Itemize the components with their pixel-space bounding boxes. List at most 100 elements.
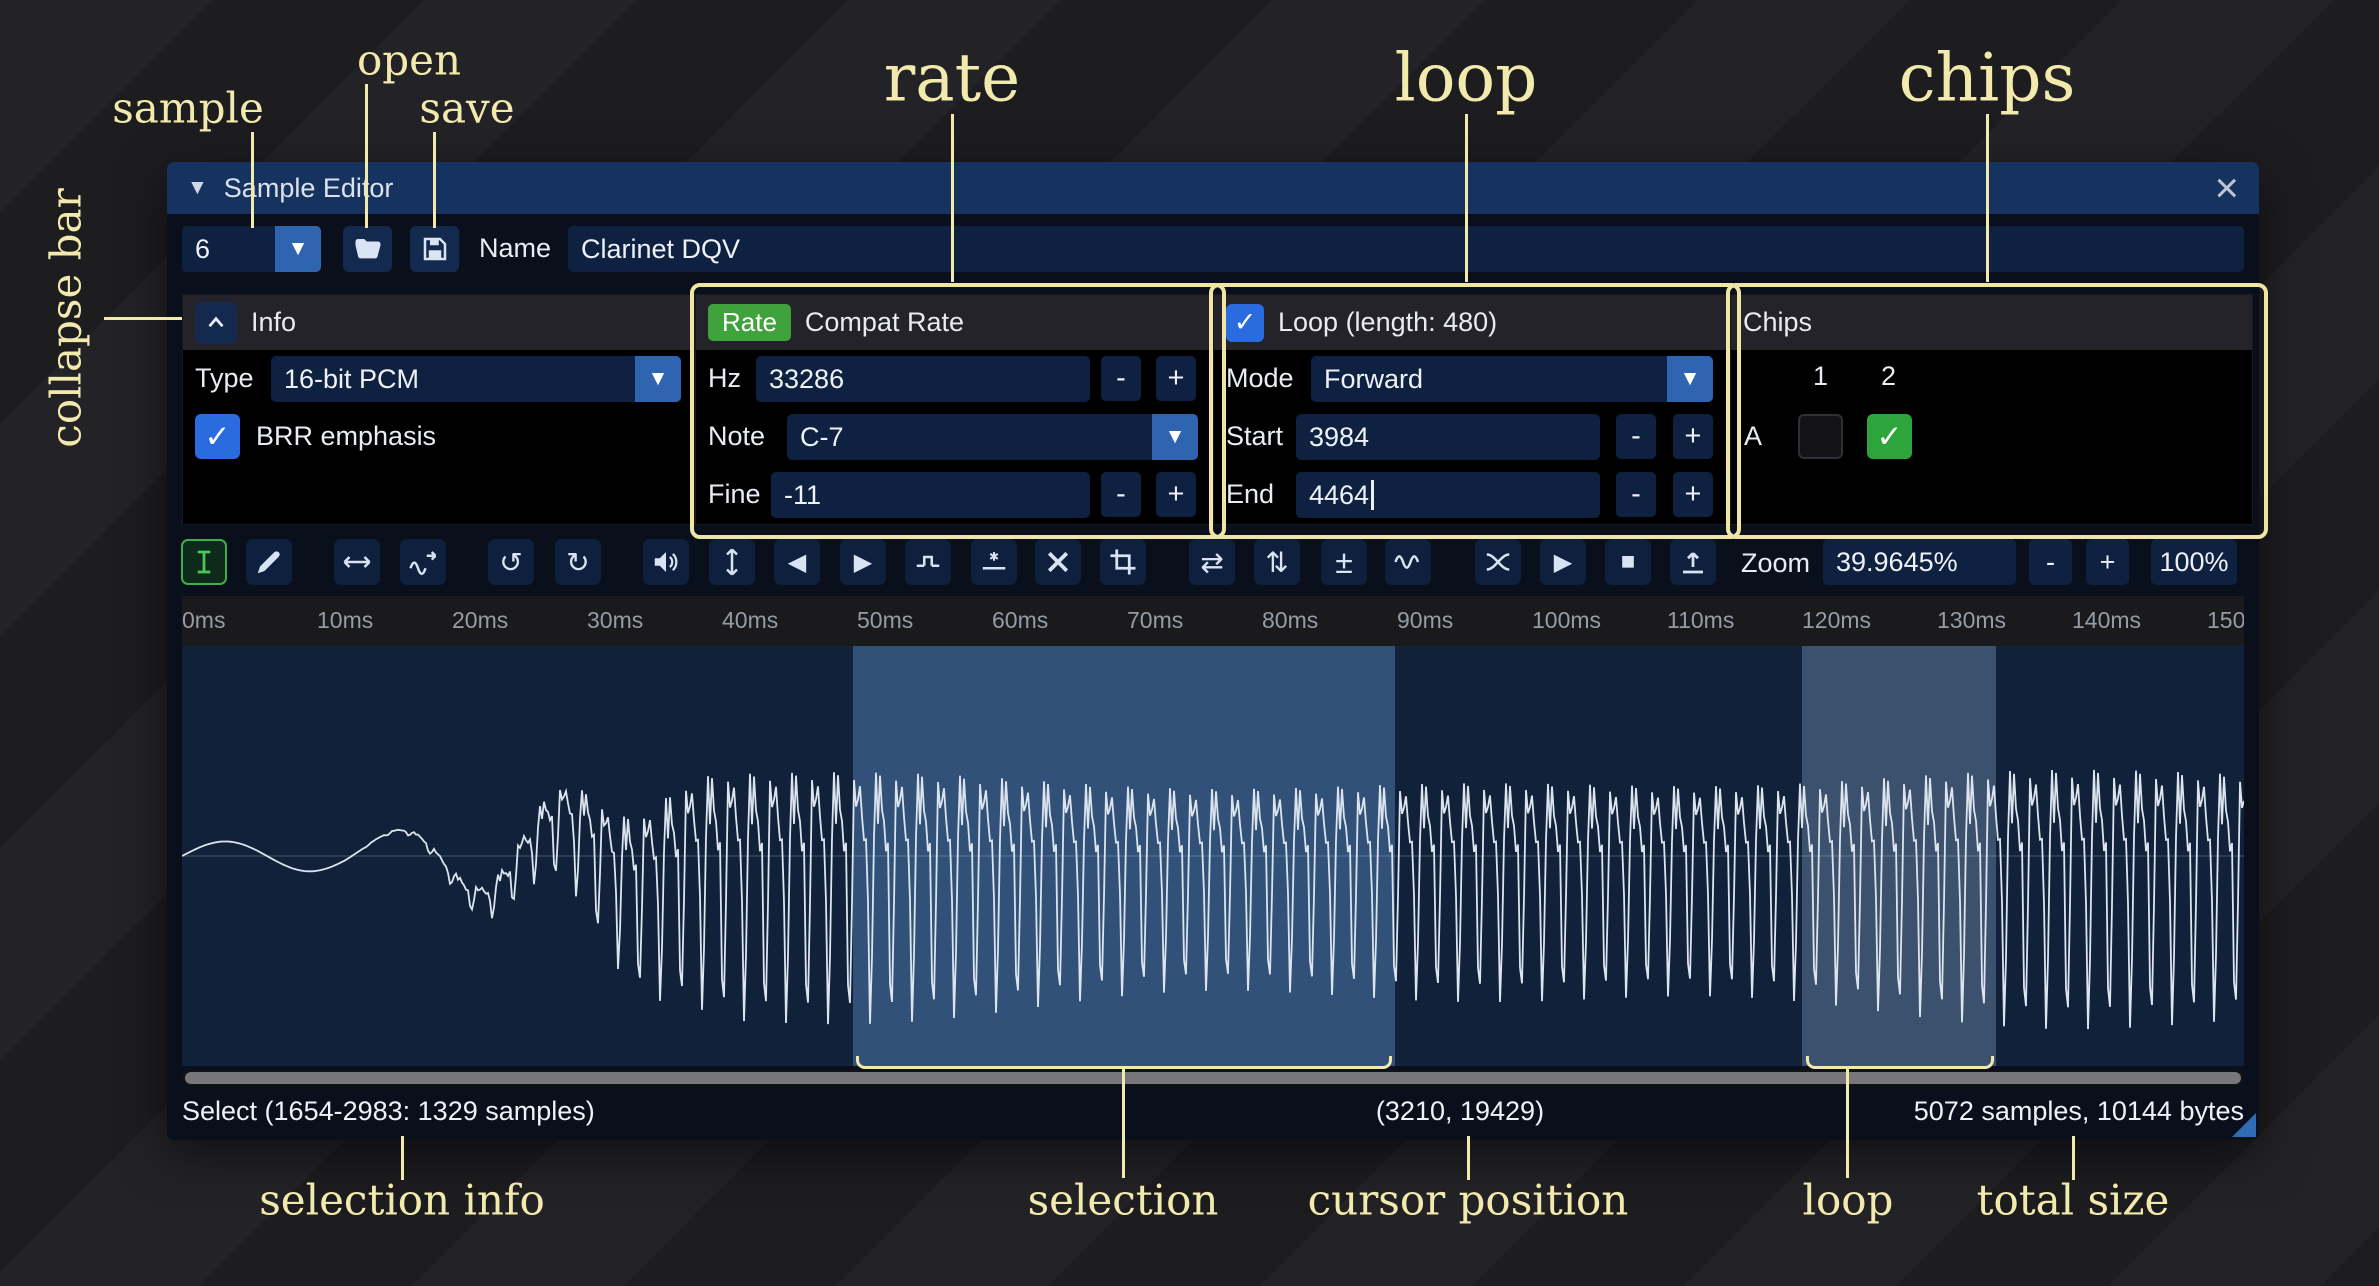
hz-input[interactable]: 33286 [756, 356, 1090, 402]
chevron-down-icon[interactable]: ▼ [275, 226, 321, 272]
preview-button[interactable]: ▶ [1540, 539, 1586, 585]
edit-draw-button[interactable] [246, 539, 292, 585]
resize-button[interactable] [334, 539, 380, 585]
folder-icon [353, 234, 383, 264]
timeline-label: 0ms [182, 607, 225, 634]
edit-select-button[interactable] [181, 539, 227, 585]
zoom-in-button[interactable]: + [2086, 539, 2129, 585]
info-panel-header: Info [183, 295, 694, 350]
stop-button[interactable]: ■ [1605, 539, 1651, 585]
sample-number-value: 6 [182, 226, 275, 272]
zoom-out-button[interactable]: - [2029, 539, 2072, 585]
close-icon[interactable]: × [2214, 171, 2239, 205]
collapse-info-button[interactable] [195, 302, 237, 344]
waveform-scrollbar[interactable] [182, 1070, 2244, 1086]
loop-header-label: Loop (length: 480) [1278, 307, 1497, 338]
status-cursor-position: (3210, 19429) [1376, 1096, 1544, 1127]
sample-select[interactable]: 6 ▼ [182, 226, 321, 272]
loop-end-input[interactable]: 4464 [1296, 472, 1600, 518]
titlebar[interactable]: ▼ Sample Editor × [167, 162, 2259, 214]
hz-value: 33286 [769, 364, 844, 395]
fine-input[interactable]: -11 [771, 472, 1090, 518]
loop-start-input[interactable]: 3984 [1296, 414, 1600, 460]
loop-enable-checkbox[interactable]: ✓ [1226, 304, 1264, 342]
hz-plus-button[interactable]: + [1156, 356, 1196, 401]
annotation-cursor-position: cursor position [1308, 1176, 1629, 1225]
chips-panel: Chips 1 2 A ✓ [1730, 294, 2253, 525]
zoom-input[interactable]: 39.9645% [1823, 539, 2016, 585]
chip-2-checkbox[interactable]: ✓ [1867, 414, 1912, 459]
undo-button[interactable]: ↺ [488, 539, 534, 585]
delete-button[interactable] [1035, 539, 1081, 585]
insert-silence-button[interactable] [905, 539, 951, 585]
type-select[interactable]: 16-bit PCM ▼ [271, 356, 681, 402]
name-input[interactable]: Clarinet DQV [568, 226, 2244, 272]
chevron-down-icon[interactable]: ▼ [1667, 356, 1713, 402]
loop-end-label: End [1226, 479, 1274, 510]
annotation-selection-info: selection info [259, 1176, 545, 1225]
waveform-view[interactable] [182, 646, 2244, 1066]
hz-minus-button[interactable]: - [1101, 356, 1141, 401]
resize-grip[interactable] [2232, 1113, 2256, 1137]
status-selection-info: Select (1654-2983: 1329 samples) [182, 1096, 595, 1127]
annotation-chips: chips [1899, 40, 2076, 117]
scrollbar-thumb[interactable] [185, 1072, 2241, 1084]
timeline-ruler[interactable]: 0ms 10ms 20ms 30ms 40ms 50ms 60ms 70ms 8… [182, 596, 2244, 646]
timeline-label: 60ms [992, 607, 1048, 634]
rate-button[interactable]: Rate [708, 304, 791, 341]
sign-invert-button[interactable]: ± [1321, 539, 1367, 585]
zoom-reset-button[interactable]: 100% [2151, 539, 2237, 585]
timeline-label: 40ms [722, 607, 778, 634]
fine-minus-button[interactable]: - [1101, 472, 1141, 517]
loop-start-value: 3984 [1309, 422, 1369, 453]
filter-button[interactable] [1385, 539, 1431, 585]
check-icon: ✓ [1877, 419, 1903, 455]
chevron-down-icon[interactable]: ▼ [1152, 414, 1198, 460]
loop-end-plus-button[interactable]: + [1673, 472, 1713, 517]
loop-start-plus-button[interactable]: + [1673, 414, 1713, 459]
invert-button[interactable]: ⇅ [1254, 539, 1300, 585]
brr-emphasis-checkbox[interactable]: ✓ [195, 414, 240, 459]
open-button[interactable] [343, 226, 392, 272]
zoom-label: Zoom [1741, 548, 1810, 579]
timeline-label: 110ms [1667, 607, 1734, 634]
fade-in-button[interactable]: ◀ [774, 539, 820, 585]
check-icon: ✓ [205, 419, 231, 455]
window-title: Sample Editor [224, 173, 394, 204]
arrows-vertical-icon [717, 547, 747, 577]
crop-icon [1108, 547, 1138, 577]
apply-silence-button[interactable] [971, 539, 1017, 585]
loop-mode-select[interactable]: Forward ▼ [1311, 356, 1713, 402]
text-caret [1371, 480, 1374, 510]
redo-button[interactable]: ↻ [555, 539, 601, 585]
chips-col-1-label: 1 [1813, 361, 1828, 392]
floppy-icon [420, 234, 450, 264]
normalize-button[interactable] [709, 539, 755, 585]
save-button[interactable] [410, 226, 459, 272]
timeline-label: 20ms [452, 607, 508, 634]
fine-plus-button[interactable]: + [1156, 472, 1196, 517]
status-total-size: 5072 samples, 10144 bytes [1914, 1096, 2244, 1127]
fade-out-button[interactable]: ▶ [840, 539, 886, 585]
loop-end-minus-button[interactable]: - [1616, 472, 1656, 517]
chips-header-label: Chips [1743, 307, 1812, 338]
collapse-window-icon[interactable]: ▼ [187, 176, 208, 200]
note-select[interactable]: C-7 ▼ [787, 414, 1198, 460]
reverse-button[interactable]: ⇄ [1189, 539, 1235, 585]
trim-button[interactable] [1100, 539, 1146, 585]
annotation-selection: selection [1028, 1176, 1219, 1225]
crossfade-button[interactable] [1475, 539, 1521, 585]
amplify-button[interactable] [643, 539, 689, 585]
x-icon [1043, 547, 1073, 577]
wavetable-button[interactable] [1670, 539, 1716, 585]
chevron-up-icon [203, 310, 229, 336]
swap-vertical-icon: ⇅ [1265, 546, 1288, 579]
loop-panel-header: ✓ Loop (length: 480) [1214, 295, 1729, 350]
chip-1-checkbox[interactable] [1798, 414, 1843, 459]
waveform-plot [182, 646, 2244, 1066]
annotation-save: save [419, 84, 514, 133]
resample-button[interactable] [400, 539, 446, 585]
loop-start-minus-button[interactable]: - [1616, 414, 1656, 459]
chevron-down-icon[interactable]: ▼ [635, 356, 681, 402]
type-value: 16-bit PCM [271, 356, 635, 402]
